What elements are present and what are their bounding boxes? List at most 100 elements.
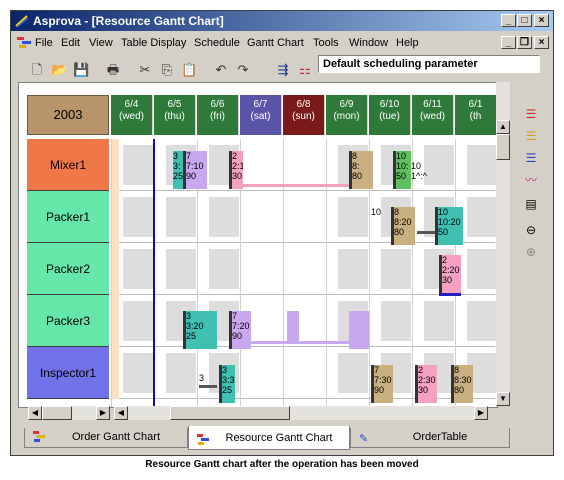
operation-bar[interactable]: [349, 311, 369, 349]
resource-label[interactable]: Packer1: [27, 191, 109, 243]
vertical-scrollbar[interactable]: ▲ ▼: [496, 82, 510, 406]
task-label: 80: [394, 227, 405, 237]
resource-label[interactable]: Inspector1: [27, 347, 109, 399]
calendar-block: [424, 301, 454, 341]
child-restore-button[interactable]: ❐: [517, 36, 532, 49]
side-toolbar: ☰ ☰ ☰ 〰 ▤ ⊖ ⊕: [518, 88, 544, 268]
child-close-button[interactable]: ×: [534, 36, 549, 49]
operation-bar[interactable]: 2 2:20 30: [439, 255, 461, 293]
resource-label[interactable]: Packer2: [27, 243, 109, 295]
chart-scroll-thumb[interactable]: [170, 406, 290, 420]
menu-tools[interactable]: Tools: [313, 37, 339, 49]
task-label: 10: [411, 161, 422, 171]
operation-bar[interactable]: 10 10:20 50: [435, 207, 463, 245]
tab-order-gantt-chart[interactable]: Order Gantt Chart: [24, 428, 188, 448]
chart-scroll-left-button[interactable]: ◀: [114, 406, 128, 420]
day-date: 6/1: [468, 99, 483, 110]
menu-schedule[interactable]: Schedule: [194, 37, 240, 49]
day-header-6: 6/10 (tue): [369, 95, 411, 135]
chart-line-icon[interactable]: 〰: [522, 172, 540, 188]
day-date: 6/7: [253, 99, 268, 110]
operation-bar[interactable]: 7 7:20 90: [229, 311, 251, 349]
operation-bar[interactable]: 8 8:20 80: [391, 207, 415, 245]
menu-table-display[interactable]: Table Display: [121, 37, 186, 49]
scroll-down-button[interactable]: ▼: [496, 392, 510, 406]
task-label: 8: [454, 365, 460, 375]
order-table-tab-icon: ✎: [359, 433, 369, 445]
table-icon[interactable]: ▤: [522, 196, 540, 212]
resource-gantt-chart[interactable]: 2003 6/4 (wed) 6/5 (thu) 6/6 (fri) 6/7 (sat) 6/8…: [18, 82, 498, 408]
day-header-5: 6/9 (mon): [326, 95, 368, 135]
load-graph-icon[interactable]: ☰: [522, 150, 540, 166]
operation-bar[interactable]: 7 7:10 90: [183, 151, 207, 189]
order-gantt-icon[interactable]: ☰: [522, 128, 540, 144]
calendar-block: [467, 249, 497, 289]
task-label: 7:20: [232, 321, 250, 331]
close-button[interactable]: ×: [534, 14, 549, 27]
past-period-shade: [111, 139, 119, 399]
maximize-button[interactable]: □: [517, 14, 532, 27]
task-label: 30: [418, 385, 429, 395]
menu-view[interactable]: View: [89, 37, 113, 49]
calendar-block: [209, 197, 239, 237]
save-icon[interactable]: 💾: [73, 62, 89, 78]
operation-bar[interactable]: 33:3025: [219, 365, 235, 403]
day-date: 6/9: [339, 99, 354, 110]
window-title: Asprova - [Resource Gantt Chart]: [33, 14, 224, 28]
new-file-icon[interactable]: 🗋: [29, 62, 45, 78]
operation-bar[interactable]: 8 8:30 80: [451, 365, 473, 403]
day-header-2: 6/6 (fri): [197, 95, 239, 135]
resource-label[interactable]: Packer3: [27, 295, 109, 347]
operation-bar[interactable]: [287, 311, 299, 343]
label-scroll-thumb[interactable]: [42, 406, 72, 420]
resource-gantt-icon[interactable]: ☰: [522, 106, 540, 122]
calendar-block: [166, 249, 196, 289]
operation-bar[interactable]: 3 3: 25: [173, 151, 183, 189]
label-horizontal-scrollbar[interactable]: ◀ ▶: [28, 406, 110, 420]
print-icon[interactable]: 🖶: [105, 62, 121, 78]
scroll-left-button[interactable]: ◀: [28, 406, 42, 420]
operation-bar[interactable]: 2 2:30 30: [415, 365, 437, 403]
menu-edit[interactable]: Edit: [61, 37, 80, 49]
zoom-in-icon[interactable]: ⊕: [522, 244, 540, 260]
operation-bar[interactable]: 10 10: 50: [393, 151, 411, 189]
calendar-block: [467, 301, 497, 341]
year-header: 2003: [27, 95, 109, 135]
menu-file[interactable]: File: [35, 37, 53, 49]
zoom-out-icon[interactable]: ⊖: [522, 222, 540, 238]
operation-bar[interactable]: 8 8: 80: [349, 151, 373, 189]
day-header-0: 6/4 (wed): [111, 95, 153, 135]
scroll-right-button[interactable]: ▶: [96, 406, 110, 420]
redo-icon[interactable]: ↷: [235, 62, 251, 78]
tab-order-table[interactable]: ✎ OrderTable: [350, 428, 510, 448]
scheduling-parameter-field[interactable]: Default scheduling parameter: [318, 55, 540, 73]
paste-icon[interactable]: 📋: [181, 62, 197, 78]
chart-scroll-right-button[interactable]: ▶: [474, 406, 488, 420]
vertical-scroll-thumb[interactable]: [496, 134, 510, 160]
menu-gantt-chart[interactable]: Gantt Chart: [247, 37, 304, 49]
tab-resource-gantt-chart[interactable]: Resource Gantt Chart: [188, 426, 350, 450]
menu-bar: File Edit View Table Display Schedule Ga…: [11, 33, 553, 53]
operation-bar[interactable]: 10 1^:^: [411, 161, 433, 189]
resource-label[interactable]: Mixer1: [27, 139, 109, 191]
scheduling-parameter-icon[interactable]: ⚏: [297, 62, 313, 78]
menu-help[interactable]: Help: [396, 37, 419, 49]
minimize-button[interactable]: _: [501, 14, 516, 27]
menu-window[interactable]: Window: [349, 37, 388, 49]
day-date: 6/10: [379, 99, 400, 110]
copy-icon[interactable]: ⎘: [159, 62, 175, 78]
grid-line: [111, 139, 112, 407]
scroll-up-button[interactable]: ▲: [496, 120, 510, 134]
operation-bar[interactable]: 3 3:20 25: [183, 311, 217, 349]
chart-horizontal-scrollbar[interactable]: ◀ ▶: [114, 406, 488, 420]
operation-bar[interactable]: 7 7:30 90: [371, 365, 393, 403]
operation-bar[interactable]: 22:1030: [229, 151, 243, 189]
task-label: 10: [438, 207, 449, 217]
operation-bar[interactable]: 10: [371, 207, 387, 237]
child-minimize-button[interactable]: _: [501, 36, 516, 49]
cut-icon[interactable]: ✂: [137, 62, 153, 78]
undo-icon[interactable]: ↶: [213, 62, 229, 78]
open-folder-icon[interactable]: 📂: [51, 62, 67, 78]
schedule-forward-icon[interactable]: ⇶: [275, 62, 291, 78]
task-label: 10: [396, 151, 407, 161]
